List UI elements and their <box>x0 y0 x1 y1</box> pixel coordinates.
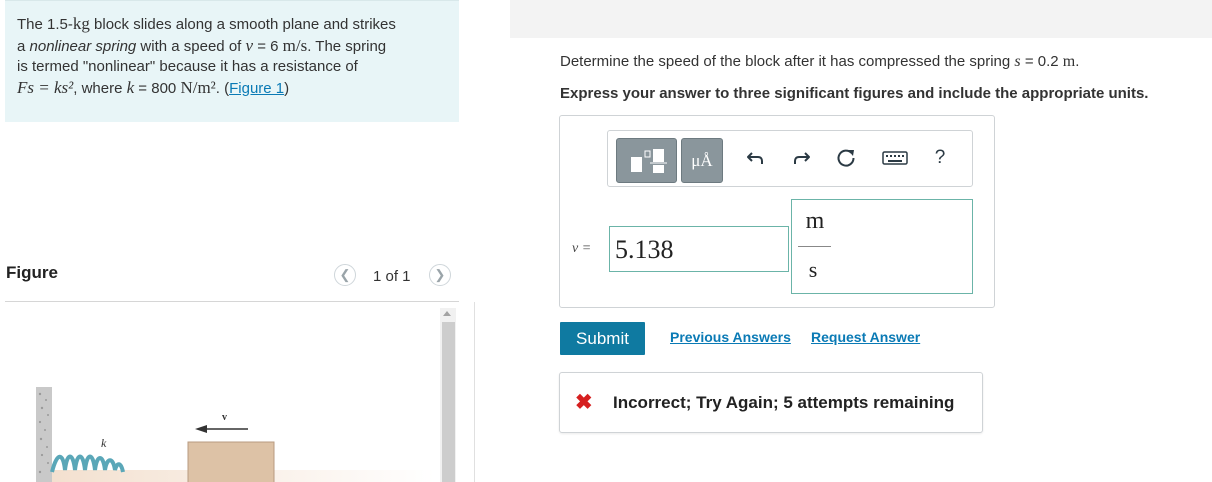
answer-variable-label: v = <box>572 239 591 257</box>
problem-text-1b: block slides along a smooth plane and st… <box>89 16 396 33</box>
unit-m: m <box>1062 53 1076 70</box>
figure-prev-button[interactable]: ❮ <box>334 264 356 286</box>
units-icon: μÅ <box>691 150 713 170</box>
wall <box>36 387 52 482</box>
undo-button[interactable] <box>744 144 768 172</box>
help-button[interactable]: ? <box>928 144 952 172</box>
submit-button[interactable]: Submit <box>560 322 645 355</box>
k-value: = 800 <box>134 79 181 97</box>
problem-line-1: The 1.5-kg block slides along a smooth p… <box>17 14 447 36</box>
math-toolbar: μÅ ? <box>607 130 973 187</box>
unit-kg: kg <box>72 14 90 33</box>
redo-button[interactable] <box>789 144 813 172</box>
block <box>187 441 275 482</box>
figure-link[interactable]: Figure 1 <box>229 80 284 97</box>
problem-line-4: Fs = ks², where k = 800 N/m². (Figure 1) <box>17 78 447 100</box>
templates-icon <box>631 149 667 173</box>
scroll-up-arrow-icon[interactable] <box>443 311 451 316</box>
problem-statement: The 1.5-kg block slides along a smooth p… <box>17 14 447 99</box>
spring-k-label: k <box>101 436 107 450</box>
compression-value: = 0.2 <box>1020 53 1063 70</box>
nonlinear-spring-term: nonlinear spring <box>29 37 137 55</box>
figure-viewport: k v <box>5 302 435 482</box>
problem-text-2c: . The spring <box>307 37 387 55</box>
redo-icon <box>794 152 810 164</box>
chevron-right-icon: ❯ <box>434 267 446 282</box>
problem-text-4b: . ( <box>215 79 230 97</box>
problem-line-3: is termed "nonlinear" because it has a r… <box>17 58 358 75</box>
unit-m-per-s: m/s <box>282 35 308 55</box>
problem-line-2: a nonlinear spring with a speed of v = 6… <box>17 36 447 58</box>
unit-denominator[interactable]: s <box>800 257 826 283</box>
request-answer-link[interactable]: Request Answer <box>811 329 920 345</box>
question-text: Determine the speed of the block after i… <box>560 53 1079 71</box>
problem-text-mass: The 1.5- <box>17 16 73 33</box>
velocity-label: v <box>222 412 227 423</box>
templates-button[interactable] <box>616 138 677 183</box>
reset-icon <box>837 149 855 167</box>
question-end: . <box>1075 53 1080 70</box>
var-k: k <box>126 77 135 97</box>
figure-heading: Figure <box>6 263 58 282</box>
chevron-left-icon: ❮ <box>339 267 351 282</box>
spring-force-formula: Fs = ks² <box>17 77 74 97</box>
unit-numerator[interactable]: m <box>800 208 830 235</box>
previous-answers-link[interactable]: Previous Answers <box>670 329 791 345</box>
unit-n-per-m2: N/m² <box>180 77 216 97</box>
keyboard-button[interactable] <box>881 144 909 172</box>
spring-block-figure: k v <box>36 387 435 482</box>
help-icon: ? <box>934 147 946 168</box>
spring <box>50 454 125 473</box>
scroll-thumb[interactable] <box>442 322 455 482</box>
reset-button[interactable] <box>834 144 858 172</box>
part-header <box>510 0 1212 38</box>
figure-next-button[interactable]: ❯ <box>429 264 451 286</box>
problem-text-4c: ) <box>284 79 290 97</box>
answer-instruction: Express your answer to three significant… <box>560 85 1149 102</box>
problem-text-4a: , where <box>73 79 127 97</box>
var-v: v <box>245 35 254 55</box>
feedback-message: Incorrect; Try Again; 5 attempts remaini… <box>613 393 955 412</box>
problem-text-2b: with a speed of <box>136 37 246 55</box>
question-main: Determine the speed of the block after i… <box>560 53 1015 70</box>
problem-text-2a: a <box>17 37 30 55</box>
velocity-arrow-head <box>195 425 207 433</box>
answer-value-input[interactable]: 5.138 <box>609 226 789 272</box>
unit-fraction-bar <box>798 246 831 247</box>
column-divider <box>474 302 475 482</box>
figure-page-indicator: 1 of 1 <box>373 268 411 285</box>
undo-icon <box>747 152 763 164</box>
units-button[interactable]: μÅ <box>681 138 723 183</box>
keyboard-icon <box>882 151 908 165</box>
var-v-label: v = <box>572 241 592 256</box>
x-icon: ✖ <box>575 391 593 414</box>
speed-value: = 6 <box>253 37 283 55</box>
